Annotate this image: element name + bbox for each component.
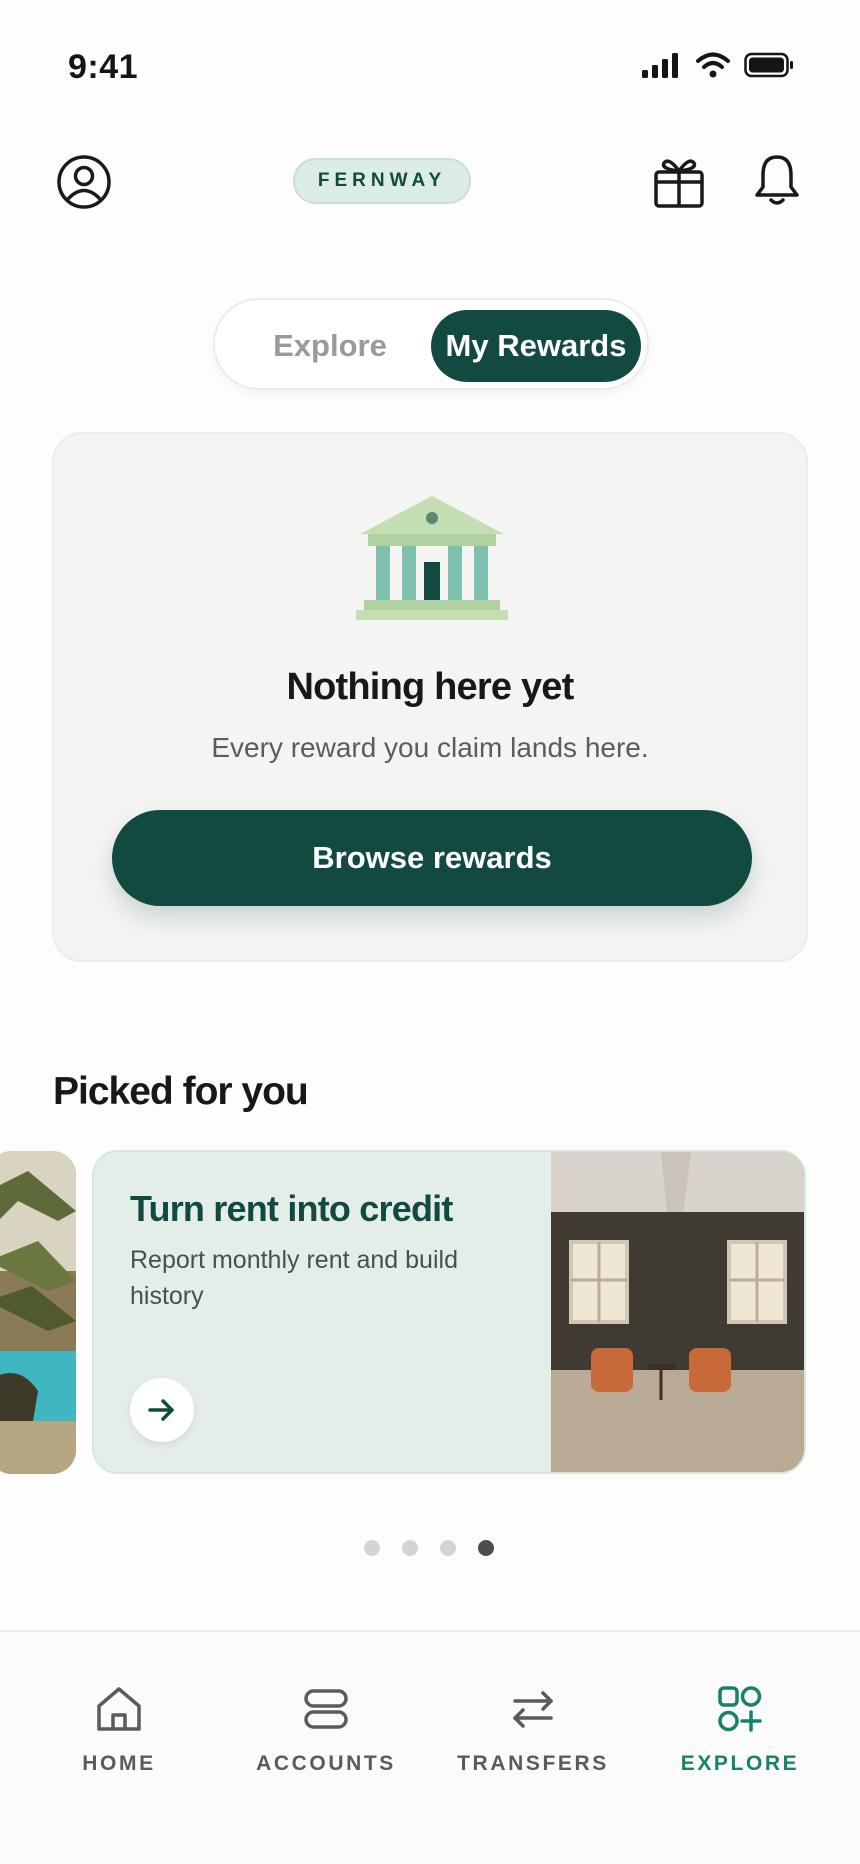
picked-for-you-heading: Picked for you: [53, 1070, 309, 1113]
promo-card[interactable]: Turn rent into credit Report monthly ren…: [92, 1150, 806, 1474]
wifi-icon: [696, 52, 730, 78]
bank-building-icon: [356, 496, 508, 620]
bottom-navigation: HOME ACCOUNTS TRANSFERS EXPLORE: [0, 1630, 860, 1864]
carousel-pagination: [364, 1540, 494, 1556]
tab-explore[interactable]: Explore: [225, 310, 435, 382]
nav-label-transfers: TRANSFERS: [457, 1752, 609, 1775]
room-chairs-image: [551, 1152, 804, 1472]
empty-state-title: Nothing here yet: [286, 666, 574, 708]
arrow-right-icon: [148, 1399, 174, 1421]
nav-item-transfers[interactable]: TRANSFERS: [438, 1684, 628, 1776]
empty-rewards-card: Nothing here yet Every reward you claim …: [52, 432, 808, 962]
battery-icon: [744, 52, 793, 78]
status-time: 9:41: [68, 48, 139, 86]
promo-card-description: Report monthly rent and build history: [130, 1246, 458, 1310]
transfers-icon: [513, 1691, 553, 1728]
home-icon: [97, 1687, 141, 1731]
browse-rewards-button[interactable]: Browse rewards: [112, 810, 752, 906]
nav-label-explore: EXPLORE: [680, 1752, 800, 1775]
promo-card-title: Turn rent into credit: [130, 1188, 453, 1229]
promo-arrow-button[interactable]: [130, 1378, 194, 1442]
notifications-button[interactable]: [752, 152, 802, 208]
nav-label-home: HOME: [82, 1752, 156, 1775]
gift-icon: [654, 159, 704, 208]
previous-promo-card[interactable]: [0, 1151, 76, 1474]
nav-label-accounts: ACCOUNTS: [256, 1752, 396, 1775]
rewards-segmented-control: Explore My Rewards: [213, 298, 649, 390]
accounts-icon: [304, 1689, 348, 1729]
empty-state-subtitle: Every reward you claim lands here.: [211, 732, 649, 763]
pagination-dot[interactable]: [402, 1540, 418, 1556]
pagination-dot[interactable]: [364, 1540, 380, 1556]
pagination-dot[interactable]: [440, 1540, 456, 1556]
nav-item-accounts[interactable]: ACCOUNTS: [231, 1684, 421, 1776]
brand-badge: FERNWAY: [293, 158, 471, 204]
tab-my-rewards[interactable]: My Rewards: [431, 310, 641, 382]
bell-icon: [755, 155, 799, 205]
user-profile-icon: [57, 155, 111, 209]
nav-item-explore[interactable]: EXPLORE: [645, 1684, 835, 1776]
profile-button[interactable]: [54, 152, 114, 212]
cellular-signal-icon: [642, 53, 678, 78]
status-icons: [642, 52, 794, 78]
nav-item-home[interactable]: HOME: [24, 1684, 214, 1776]
pagination-dot-active[interactable]: [478, 1540, 494, 1556]
palm-resort-image: [0, 1151, 76, 1474]
explore-icon: [718, 1686, 762, 1732]
rewards-gift-button[interactable]: [652, 154, 706, 210]
